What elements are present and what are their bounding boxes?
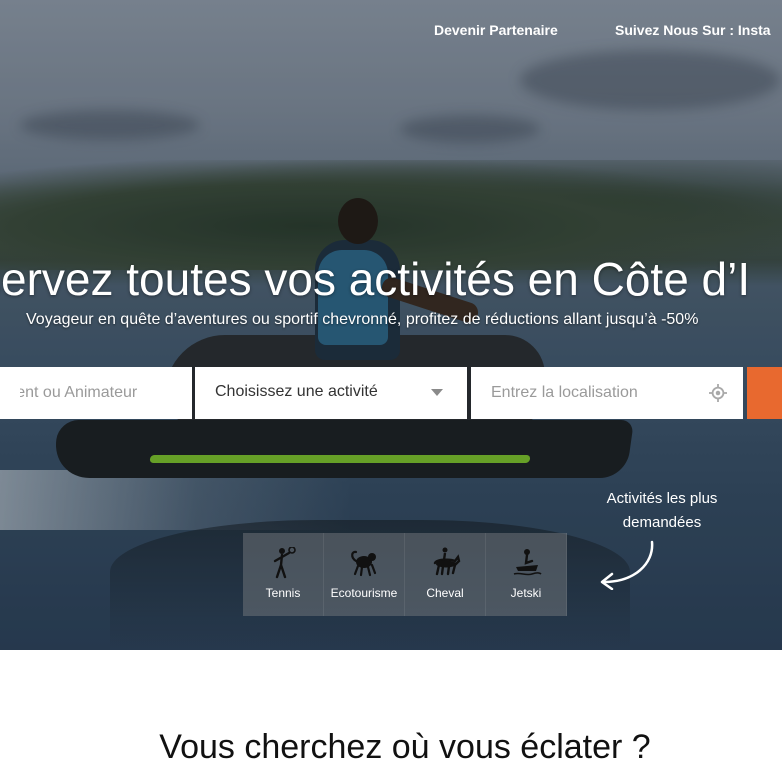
crosshair-icon[interactable]: [709, 384, 727, 402]
monkey-icon: [351, 550, 377, 577]
activity-select-value: Choisissez une activité: [215, 383, 378, 400]
activity-jetski[interactable]: Jetski: [486, 533, 567, 616]
activity-label: Cheval: [426, 586, 464, 600]
search-bar: Choisissez une activité: [0, 367, 782, 419]
hero-subtitle: Voyageur en quête d’aventures ou sportif…: [26, 311, 699, 328]
follow-us-link[interactable]: Suivez Nous Sur : Insta: [615, 22, 771, 38]
tennis-player-icon: [273, 547, 296, 579]
become-partner-link[interactable]: Devenir Partenaire: [434, 22, 558, 38]
activity-cheval[interactable]: Cheval: [405, 533, 486, 616]
curved-arrow-icon: [600, 540, 654, 590]
activity-tennis[interactable]: Tennis: [243, 533, 324, 616]
jetski-icon: [513, 549, 542, 576]
chevron-down-icon: [431, 389, 443, 396]
section-title: Vous cherchez où vous éclater ?: [159, 728, 651, 766]
location-input[interactable]: [471, 367, 743, 419]
establishment-input[interactable]: [0, 367, 192, 419]
hero-banner: Devenir Partenaire Suivez Nous Sur : Ins…: [0, 0, 782, 650]
activity-label: Jetski: [510, 586, 542, 600]
search-button[interactable]: [747, 367, 782, 419]
hero-title: servez toutes vos activités en Côte d’I: [0, 253, 751, 305]
popular-activities-label: Activités les plus demandées: [606, 490, 718, 531]
location-field: [471, 367, 743, 419]
activity-label: Ecotourisme: [330, 586, 398, 600]
activity-select[interactable]: Choisissez une activité: [195, 367, 467, 419]
establishment-field: [0, 367, 192, 419]
activity-label: Tennis: [265, 586, 301, 600]
activity-ecotourisme[interactable]: Ecotourisme: [324, 533, 405, 616]
horse-rider-icon: [433, 547, 461, 576]
